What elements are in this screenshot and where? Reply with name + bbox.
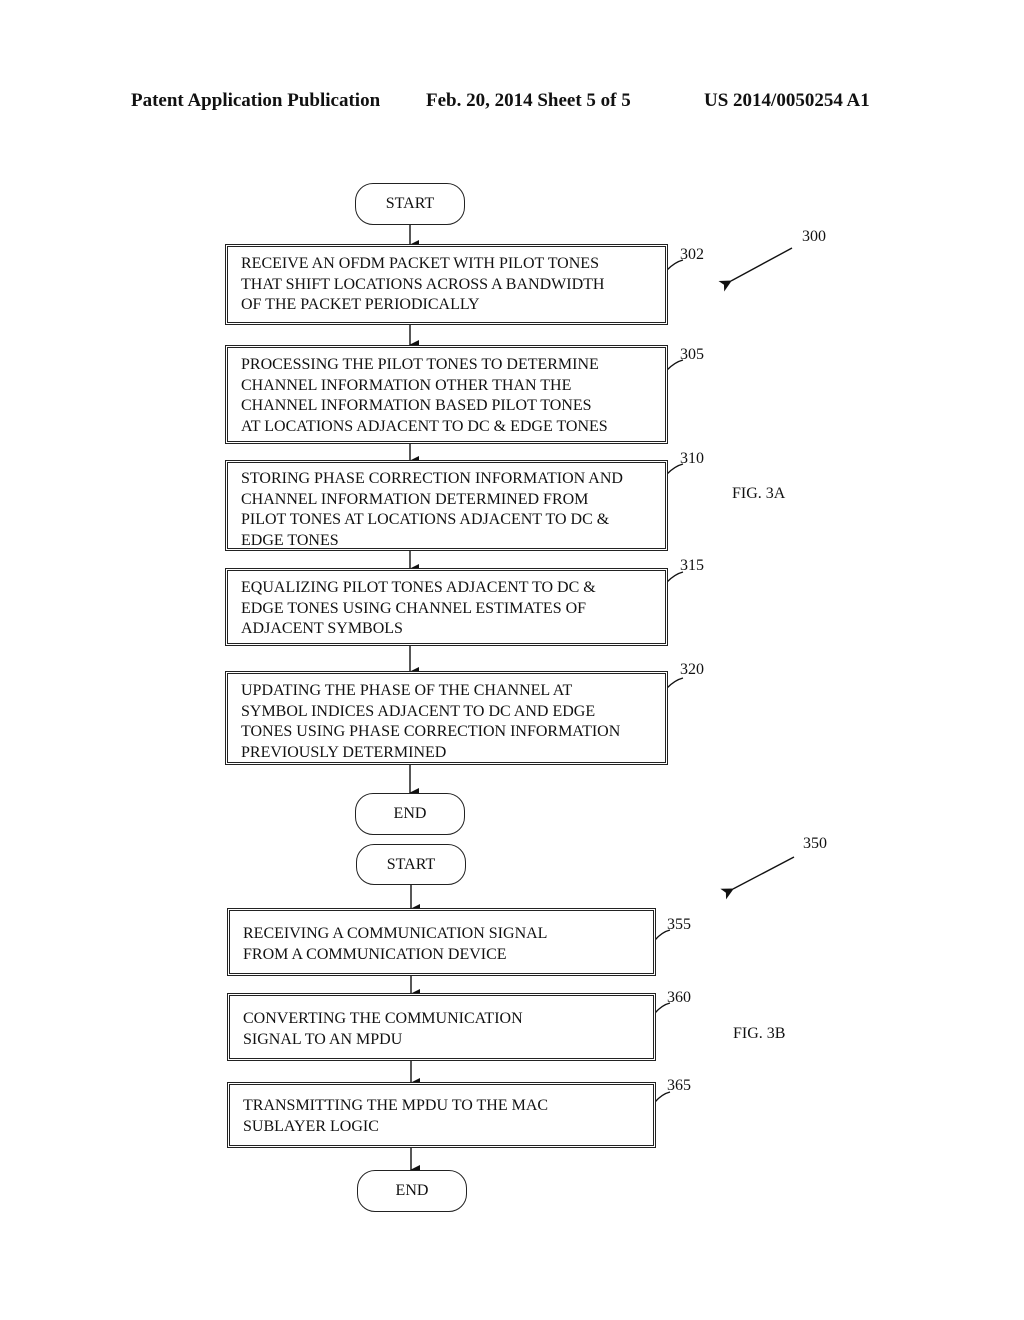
fig-3b-label: FIG. 3B [733,1025,786,1042]
ref-355: 355 [667,916,691,933]
step-305-box: PROCESSING THE PILOT TONES TO DETERMINE … [225,345,668,444]
ref-300: 300 [802,228,826,245]
step-355-box: RECEIVING A COMMUNICATION SIGNAL FROM A … [227,908,656,976]
ref-310: 310 [680,450,704,467]
step-315-box: EQUALIZING PILOT TONES ADJACENT TO DC & … [225,568,668,646]
step-310-box: STORING PHASE CORRECTION INFORMATION AND… [225,460,668,551]
fig3a-end-terminal: END [355,793,465,835]
ref-350: 350 [803,835,827,852]
fig3b-start-terminal: START [356,844,466,885]
ref-320: 320 [680,661,704,678]
leader-320 [666,677,684,689]
step-302-box: RECEIVE AN OFDM PACKET WITH PILOT TONES … [225,244,668,325]
step-365-box: TRANSMITTING THE MPDU TO THE MAC SUBLAYE… [227,1082,656,1148]
ref-302: 302 [680,246,704,263]
step-320-box: UPDATING THE PHASE OF THE CHANNEL AT SYM… [225,671,668,765]
pointer-arrow-350 [720,856,795,900]
fig-3a-label: FIG. 3A [732,485,786,502]
ref-305: 305 [680,346,704,363]
step-360-box: CONVERTING THE COMMUNICATION SIGNAL TO A… [227,993,656,1061]
pointer-arrow-300 [718,247,793,292]
fig3a-start-terminal: START [355,183,465,225]
fig3b-end-terminal: END [357,1170,467,1212]
ref-315: 315 [680,557,704,574]
ref-360: 360 [667,989,691,1006]
ref-365: 365 [667,1077,691,1094]
